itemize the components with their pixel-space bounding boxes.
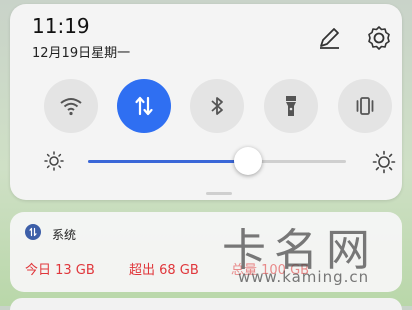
quick-settings-panel: 11:19 12月19日星期一 [10,4,402,200]
sun-low-icon [44,151,64,171]
mobile-data-icon [135,96,153,116]
watermark-url: www.kaming.cn [238,268,370,286]
brightness-slider-thumb[interactable] [233,147,262,175]
bluetooth-toggle[interactable] [190,79,244,133]
brightness-fill [88,160,248,163]
date-label: 12月19日星期一 [32,46,131,61]
panel-drag-handle[interactable] [206,192,232,195]
next-notification-edge [10,298,402,310]
bluetooth-icon [211,97,223,115]
notification-app-name: 系统 [52,228,77,242]
wifi-icon [60,98,82,116]
system-app-icon [25,224,41,240]
usage-today: 今日 13 GB [25,263,95,278]
brightness-slider[interactable] [88,160,346,163]
vibrate-toggle[interactable] [338,79,392,133]
flashlight-toggle[interactable] [264,79,318,133]
watermark: 卡名网 www.kaming.cn [216,214,392,292]
sun-high-icon [372,150,396,174]
wifi-toggle[interactable] [44,79,98,133]
mobile-data-toggle[interactable] [117,79,171,133]
vibrate-icon [356,97,374,115]
usage-exceeded: 超出 68 GB [129,263,199,278]
edit-icon[interactable] [315,24,343,52]
flashlight-icon [286,96,296,116]
clock-time: 11:19 [32,14,90,38]
settings-icon[interactable] [365,24,393,52]
